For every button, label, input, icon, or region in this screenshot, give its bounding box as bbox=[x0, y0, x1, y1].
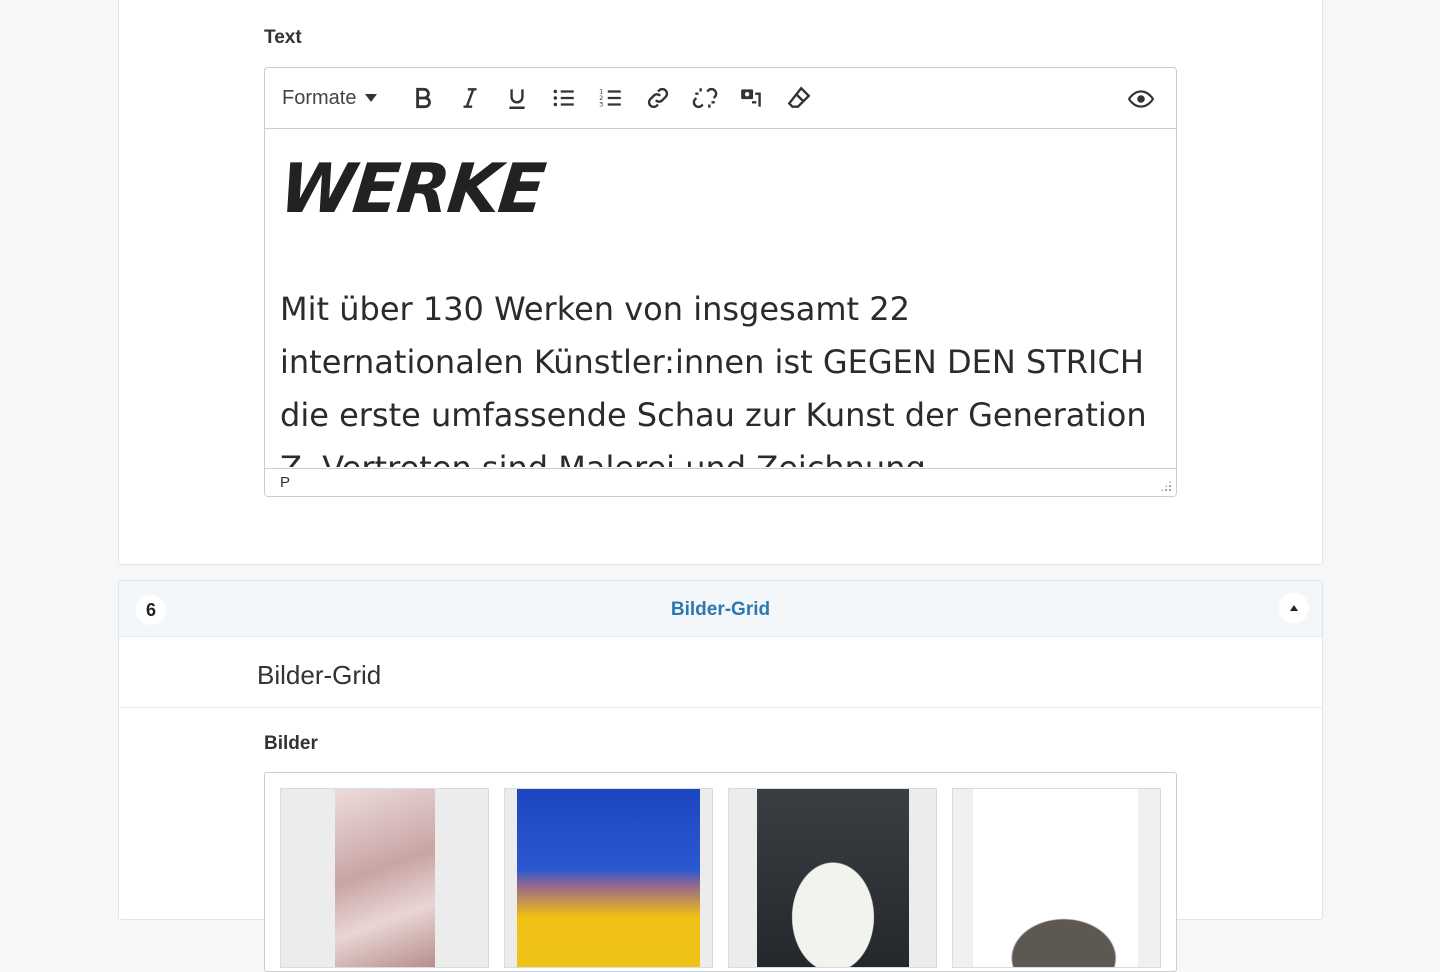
image-thumbnail-1[interactable] bbox=[280, 788, 489, 968]
preview-button[interactable] bbox=[1117, 79, 1164, 119]
artwork-image bbox=[757, 789, 909, 967]
format-dropdown[interactable]: Formate bbox=[282, 86, 378, 110]
block-name-title: Bilder-Grid bbox=[257, 660, 382, 690]
image-thumbnail-4[interactable] bbox=[952, 788, 1161, 968]
link-button[interactable] bbox=[634, 78, 681, 118]
collapse-button[interactable] bbox=[1279, 593, 1309, 623]
divider bbox=[119, 707, 1322, 708]
numbered-list-button[interactable]: 123 bbox=[587, 78, 634, 118]
resize-handle-icon[interactable] bbox=[1160, 480, 1172, 492]
clear-format-icon bbox=[787, 86, 811, 108]
eye-icon bbox=[1127, 90, 1154, 108]
unlink-button[interactable] bbox=[681, 78, 728, 118]
artwork-image bbox=[973, 789, 1138, 967]
bullet-list-icon bbox=[553, 89, 574, 107]
underline-button[interactable] bbox=[493, 78, 540, 118]
artwork-image bbox=[517, 789, 700, 967]
unlink-icon bbox=[692, 87, 718, 109]
italic-icon bbox=[463, 88, 477, 108]
text-field-label: Text bbox=[264, 27, 302, 48]
underline-icon bbox=[509, 89, 525, 109]
images-field bbox=[264, 772, 1177, 972]
image-grid-panel: 6 Bilder-Grid Bilder-Grid Bilder bbox=[118, 580, 1323, 972]
block-header[interactable]: 6 Bilder-Grid bbox=[119, 581, 1322, 637]
image-thumbnail-3[interactable] bbox=[728, 788, 937, 968]
bold-button[interactable] bbox=[399, 78, 446, 118]
clear-format-button[interactable] bbox=[775, 78, 822, 118]
bold-icon bbox=[416, 87, 431, 109]
caret-up-icon bbox=[1290, 605, 1298, 611]
artwork-image bbox=[335, 789, 435, 967]
content-paragraph: Mit über 130 Werken von insgesamt 22 int… bbox=[280, 290, 1147, 467]
link-icon bbox=[647, 87, 669, 109]
images-field-label: Bilder bbox=[264, 733, 318, 754]
text-block-panel: Text Formate 123 WERKE Mit über 130 Werk… bbox=[118, 0, 1323, 565]
editor-toolbar: Formate 123 bbox=[265, 68, 1176, 129]
editor-statusbar: P bbox=[265, 468, 1176, 496]
caret-down-icon bbox=[365, 94, 378, 102]
content-heading: WERKE bbox=[275, 150, 548, 229]
element-path[interactable]: P bbox=[280, 474, 290, 491]
block-header-title[interactable]: Bilder-Grid bbox=[119, 599, 1322, 621]
image-button[interactable] bbox=[728, 78, 775, 118]
bullet-list-button[interactable] bbox=[540, 78, 587, 118]
rich-text-editor[interactable]: Formate 123 WERKE Mit über 130 Werken vo… bbox=[264, 67, 1177, 497]
numbered-list-icon: 123 bbox=[599, 88, 621, 109]
italic-button[interactable] bbox=[446, 78, 493, 118]
image-thumbnail-2[interactable] bbox=[504, 788, 713, 968]
editor-content-area[interactable]: WERKE Mit über 130 Werken von insgesamt … bbox=[265, 129, 1176, 467]
svg-text:3: 3 bbox=[599, 101, 603, 109]
image-icon bbox=[741, 89, 761, 107]
format-dropdown-label: Formate bbox=[282, 86, 357, 109]
